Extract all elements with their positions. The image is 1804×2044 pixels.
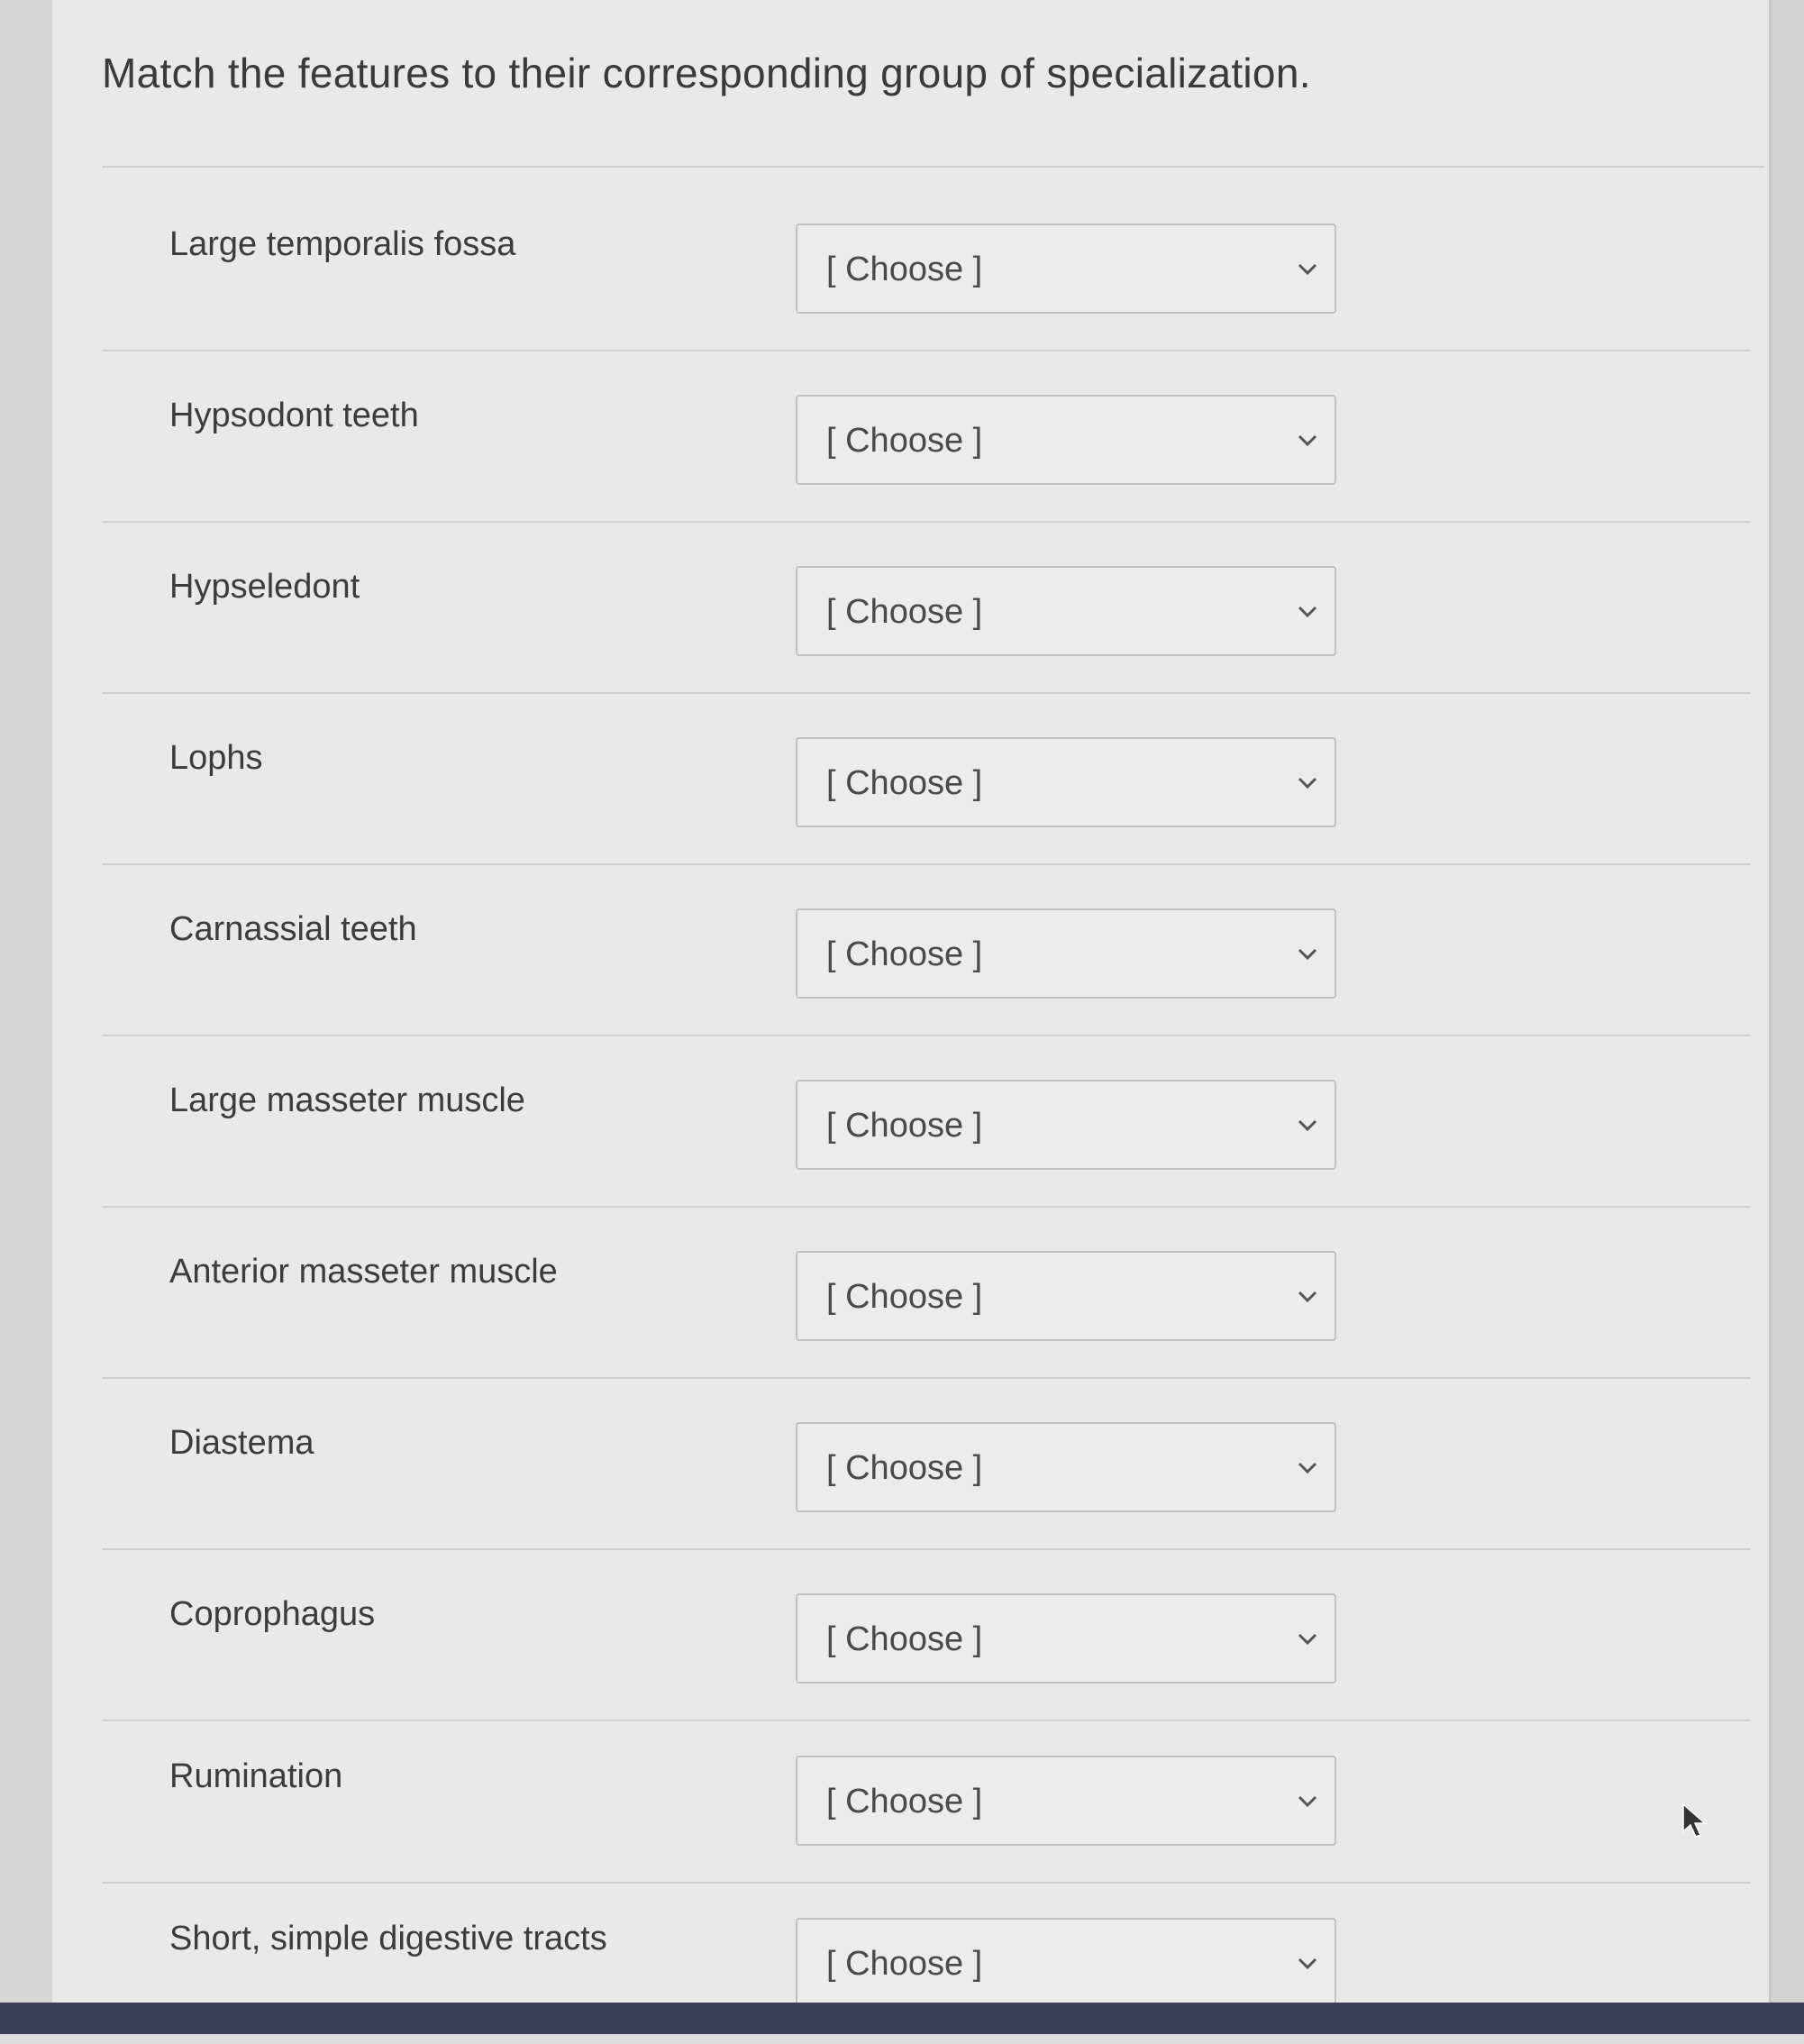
feature-label: Hypseledont — [169, 568, 360, 606]
question-title: Match the features to their correspondin… — [102, 50, 1311, 96]
chevron-down-icon — [1298, 434, 1317, 447]
chevron-down-icon — [1298, 606, 1317, 618]
answer-dropdown[interactable]: [ Choose ] — [796, 395, 1336, 485]
chevron-down-icon — [1298, 1633, 1317, 1646]
match-row: Large temporalis fossa [ Choose ] — [102, 180, 1751, 351]
dropdown-value: [ Choose ] — [826, 1278, 983, 1316]
match-row: Large masseter muscle [ Choose ] — [102, 1036, 1751, 1208]
feature-label: Rumination — [169, 1757, 343, 1795]
dropdown-value: [ Choose ] — [826, 1945, 983, 1983]
feature-label: Carnassial teeth — [169, 910, 417, 948]
chevron-down-icon — [1298, 1957, 1317, 1970]
feature-label: Hypsodont teeth — [169, 397, 419, 434]
answer-dropdown[interactable]: [ Choose ] — [796, 737, 1336, 827]
match-row: Lophs [ Choose ] — [102, 694, 1751, 865]
dropdown-value: [ Choose ] — [826, 1449, 983, 1487]
match-row: Anterior masseter muscle [ Choose ] — [102, 1208, 1751, 1379]
feature-label: Coprophagus — [169, 1595, 376, 1633]
match-row: Rumination [ Choose ] — [102, 1712, 1751, 1884]
answer-dropdown[interactable]: [ Choose ] — [796, 224, 1336, 314]
match-row: Carnassial teeth [ Choose ] — [102, 865, 1751, 1036]
scrollbar-track[interactable] — [1769, 0, 1804, 2003]
answer-dropdown[interactable]: [ Choose ] — [796, 1080, 1336, 1170]
answer-dropdown[interactable]: [ Choose ] — [796, 1251, 1336, 1341]
feature-label: Large masseter muscle — [169, 1081, 525, 1119]
match-row: Diastema [ Choose ] — [102, 1379, 1751, 1550]
match-row: Coprophagus [ Choose ] — [102, 1550, 1751, 1721]
dropdown-value: [ Choose ] — [826, 593, 983, 631]
quiz-question-panel: Match the features to their correspondin… — [52, 0, 1769, 2008]
chevron-down-icon — [1298, 1291, 1317, 1303]
dropdown-value: [ Choose ] — [826, 422, 983, 460]
dropdown-value: [ Choose ] — [826, 764, 983, 802]
chevron-down-icon — [1298, 1795, 1317, 1808]
chevron-down-icon — [1298, 1462, 1317, 1474]
chevron-down-icon — [1298, 777, 1317, 789]
match-row: Hypsodont teeth [ Choose ] — [102, 351, 1751, 523]
feature-label: Lophs — [169, 739, 263, 777]
answer-dropdown[interactable]: [ Choose ] — [796, 1918, 1336, 2008]
dropdown-value: [ Choose ] — [826, 251, 983, 288]
left-margin — [0, 0, 54, 2034]
divider — [102, 166, 1764, 168]
feature-label: Anterior masseter muscle — [169, 1253, 558, 1291]
chevron-down-icon — [1298, 948, 1317, 961]
mouse-cursor-icon — [1682, 1802, 1707, 1838]
answer-dropdown[interactable]: [ Choose ] — [796, 1422, 1336, 1512]
dropdown-value: [ Choose ] — [826, 1783, 983, 1820]
answer-dropdown[interactable]: [ Choose ] — [796, 1593, 1336, 1684]
dropdown-value: [ Choose ] — [826, 935, 983, 973]
chevron-down-icon — [1298, 1119, 1317, 1132]
feature-label: Short, simple digestive tracts — [169, 1920, 607, 1957]
dropdown-value: [ Choose ] — [826, 1107, 983, 1145]
chevron-down-icon — [1298, 263, 1317, 276]
match-row: Hypseledont [ Choose ] — [102, 523, 1751, 694]
bottom-bar — [0, 2003, 1804, 2034]
answer-dropdown[interactable]: [ Choose ] — [796, 908, 1336, 999]
answer-dropdown[interactable]: [ Choose ] — [796, 1756, 1336, 1846]
dropdown-value: [ Choose ] — [826, 1620, 983, 1658]
answer-dropdown[interactable]: [ Choose ] — [796, 566, 1336, 656]
feature-label: Diastema — [169, 1424, 314, 1462]
feature-label: Large temporalis fossa — [169, 225, 516, 263]
